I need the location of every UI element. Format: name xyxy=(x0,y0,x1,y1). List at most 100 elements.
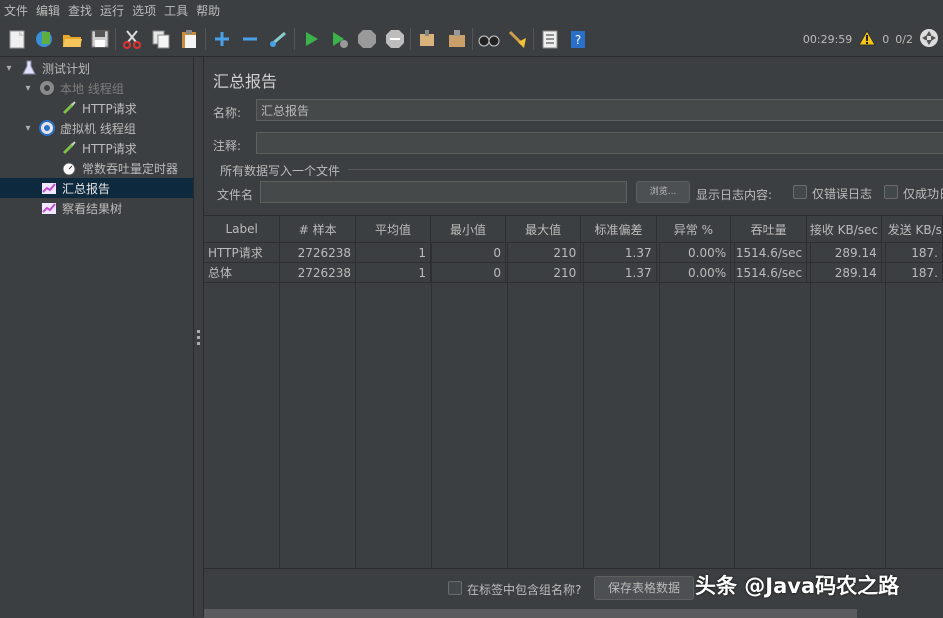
table-cell: 2726238 xyxy=(279,262,357,283)
warning-icon[interactable] xyxy=(858,29,877,49)
table-cell: 2726238 xyxy=(279,242,357,263)
thread-count: 0/2 xyxy=(895,32,913,46)
table-cell: 0 xyxy=(430,262,507,283)
new-icon[interactable] xyxy=(6,28,28,50)
save-table-button[interactable]: 保存表格数据 xyxy=(594,576,694,600)
cut-icon[interactable] xyxy=(121,28,143,50)
open-icon[interactable] xyxy=(61,28,83,50)
elapsed-timer: 00:29:59 xyxy=(802,32,853,46)
expand-toggle-icon[interactable]: ▾ xyxy=(22,83,34,94)
column-header[interactable]: 接收 KB/sec xyxy=(806,216,882,243)
toggle-icon[interactable] xyxy=(267,28,289,50)
table-cell: 289.14 xyxy=(806,262,882,283)
menu-search[interactable]: 查找 xyxy=(64,0,96,22)
column-header[interactable]: Label xyxy=(204,216,281,243)
tree-node-view-results-tree[interactable]: 察看结果树 xyxy=(40,198,122,218)
column-header[interactable]: # 样本 xyxy=(279,216,357,243)
file-name-field[interactable] xyxy=(260,181,627,203)
comment-field[interactable] xyxy=(256,132,943,154)
stop-icon[interactable] xyxy=(356,28,378,50)
chart-icon xyxy=(40,179,58,197)
start-icon[interactable] xyxy=(300,28,322,50)
chart-icon xyxy=(40,199,58,217)
table-header-row: Label # 样本 平均值 最小值 最大值 标准偏差 异常 % 吞吐量 接收 … xyxy=(204,216,943,243)
tree-node-label: 本地 线程组 xyxy=(60,81,124,96)
clear-all-icon[interactable] xyxy=(446,28,468,50)
comment-label: 注释: xyxy=(213,139,242,153)
table-cell: 0.00% xyxy=(656,242,732,263)
name-label: 名称: xyxy=(213,106,242,120)
table-cell: 289.14 xyxy=(806,242,882,263)
column-header[interactable]: 标准偏差 xyxy=(580,216,657,243)
collapse-icon[interactable] xyxy=(239,28,261,50)
column-header[interactable]: 吞吐量 xyxy=(730,216,808,243)
clear-icon[interactable] xyxy=(416,28,438,50)
tree-node-label: 虚拟机 线程组 xyxy=(60,121,136,136)
table-cell: 0.00% xyxy=(656,262,732,283)
paste-icon[interactable] xyxy=(178,28,200,50)
menu-edit[interactable]: 编辑 xyxy=(32,0,64,22)
tree-node-label: 测试计划 xyxy=(42,61,91,76)
errors-only-checkbox[interactable] xyxy=(793,185,807,199)
table-row[interactable]: 总体 2726238 1 0 210 1.37 0.00% 1514.6/sec… xyxy=(204,262,943,283)
success-only-label: 仅成功日 xyxy=(903,187,943,201)
menu-run[interactable]: 运行 xyxy=(96,0,128,22)
pipette-icon xyxy=(60,99,78,117)
table-cell: 187. xyxy=(881,242,943,263)
tree-node-constant-throughput-timer[interactable]: 常数吞吐量定时器 xyxy=(60,158,178,178)
tree-node-label: 汇总报告 xyxy=(62,181,111,196)
search-icon[interactable] xyxy=(478,28,500,50)
start-no-pause-icon[interactable] xyxy=(328,28,350,50)
flask-icon xyxy=(20,59,38,77)
templates-icon[interactable] xyxy=(33,28,55,50)
column-header[interactable]: 平均值 xyxy=(355,216,432,243)
menu-help[interactable]: 帮助 xyxy=(192,0,224,22)
tree-node-local-thread-group[interactable]: 本地 线程组 xyxy=(38,78,124,98)
help-icon[interactable]: ? xyxy=(567,28,589,50)
column-header[interactable]: 发送 KB/s xyxy=(881,216,943,243)
page-title: 汇总报告 xyxy=(213,72,278,91)
summary-report-panel: 汇总报告 名称: 汇总报告 注释: 所有数据写入一个文件 文件名 浏览... 显… xyxy=(204,57,943,618)
remote-icon[interactable] xyxy=(919,28,939,51)
warning-count: 0 xyxy=(882,32,890,46)
tree-node-label: HTTP请求 xyxy=(82,101,137,116)
svg-text:?: ? xyxy=(575,33,581,47)
table-cell: HTTP请求 xyxy=(204,242,281,263)
tree-node-test-plan[interactable]: 测试计划 xyxy=(20,58,90,78)
split-pane-divider[interactable] xyxy=(194,57,204,617)
menu-file[interactable]: 文件 xyxy=(0,0,32,22)
reset-search-icon[interactable] xyxy=(506,28,528,50)
menu-tools[interactable]: 工具 xyxy=(160,0,192,22)
table-cell: 1.37 xyxy=(580,242,657,263)
tree-node-label: HTTP请求 xyxy=(82,141,137,156)
run-status: 00:29:59 0 0/2 xyxy=(803,22,943,56)
shutdown-icon[interactable] xyxy=(384,28,406,50)
copy-icon[interactable] xyxy=(150,28,172,50)
expand-toggle-icon[interactable]: ▾ xyxy=(22,123,34,134)
table-row[interactable]: HTTP请求 2726238 1 0 210 1.37 0.00% 1514.6… xyxy=(204,242,943,263)
function-helper-icon[interactable] xyxy=(539,28,561,50)
tree-node-http-request-2[interactable]: HTTP请求 xyxy=(60,138,137,158)
gear-icon xyxy=(38,119,56,137)
gear-icon xyxy=(38,79,56,97)
watermark: 头条 @Java码农之路 xyxy=(695,574,900,598)
results-table: Label # 样本 平均值 最小值 最大值 标准偏差 异常 % 吞吐量 接收 … xyxy=(204,215,943,569)
tree-node-vm-thread-group[interactable]: 虚拟机 线程组 xyxy=(38,118,136,138)
column-header[interactable]: 最大值 xyxy=(505,216,582,243)
name-field[interactable]: 汇总报告 xyxy=(256,99,943,121)
expand-icon[interactable] xyxy=(211,28,233,50)
errors-only-label: 仅错误日志 xyxy=(812,187,873,201)
include-group-checkbox[interactable] xyxy=(448,581,462,595)
toolbar: ? xyxy=(0,22,943,57)
column-header[interactable]: 最小值 xyxy=(430,216,507,243)
save-icon[interactable] xyxy=(89,28,111,50)
tree-node-http-request-1[interactable]: HTTP请求 xyxy=(60,98,137,118)
menu-options[interactable]: 选项 xyxy=(128,0,160,22)
column-header[interactable]: 异常 % xyxy=(656,216,732,243)
browse-button[interactable]: 浏览... xyxy=(636,181,690,203)
success-only-checkbox[interactable] xyxy=(884,185,898,199)
test-plan-tree: ▾ 测试计划 ▾ 本地 线程组 HTTP请求 ▾ 虚拟机 线程组 HTTP请求 … xyxy=(0,57,194,617)
tree-node-label: 察看结果树 xyxy=(62,201,123,216)
expand-toggle-icon[interactable]: ▾ xyxy=(3,63,15,74)
tree-node-summary-report[interactable]: 汇总报告 xyxy=(0,178,193,198)
